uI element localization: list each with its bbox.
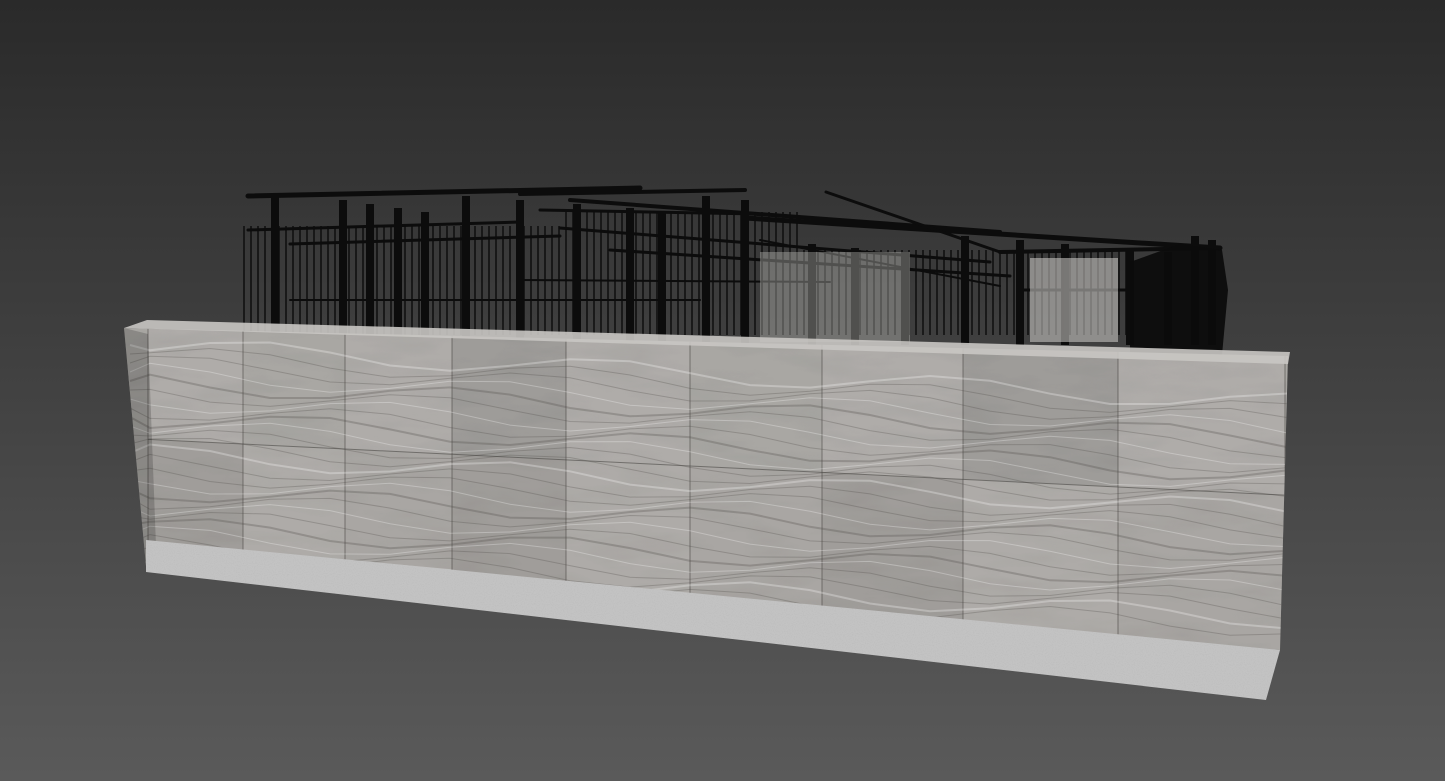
marble-tile-lower [690, 465, 822, 617]
3d-viewport[interactable] [0, 0, 1445, 781]
railing-end-cluster [1130, 244, 1228, 355]
railing-post [1016, 240, 1024, 345]
railing-post [421, 212, 429, 345]
rendered-scene [0, 0, 1445, 781]
background-marble-panel [760, 252, 910, 342]
railing-post [626, 208, 634, 345]
railing-post [339, 200, 347, 345]
marble-tile-upper [566, 338, 690, 466]
background-marble-panel [1030, 258, 1118, 342]
